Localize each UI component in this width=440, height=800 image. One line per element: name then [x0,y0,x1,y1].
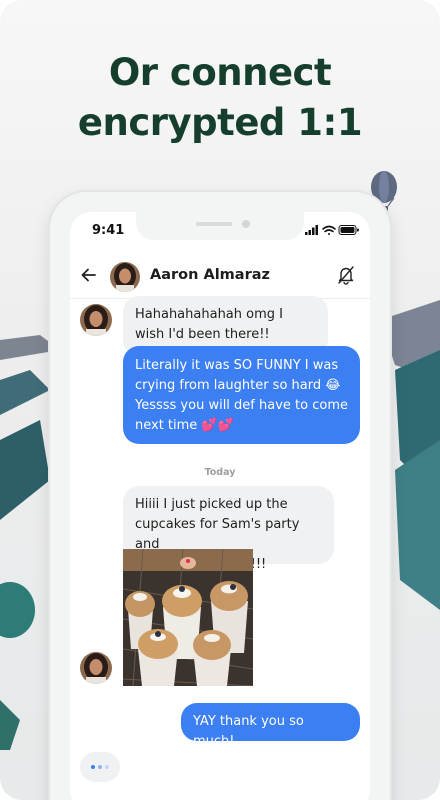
contact-name[interactable]: Aaron Almaraz [150,267,270,283]
battery-icon [338,225,359,235]
sender-avatar[interactable] [80,652,112,684]
promo-headline: Or connect encrypted 1:1 [0,48,440,148]
front-camera [242,220,250,228]
message-text: YAY thank you so much! [193,714,304,749]
signal-icon [305,225,318,235]
bell-muted-icon[interactable] [337,265,355,285]
sender-avatar[interactable] [80,304,112,336]
status-icons [305,225,359,235]
typing-dot [105,765,109,769]
cupcakes-photo[interactable] [123,549,253,686]
promo-canvas: Or connect encrypted 1:1 9:41 Aaron Alma… [0,0,440,800]
message-text-line: Yessss you will def have to come [135,398,348,413]
contact-avatar[interactable] [110,262,140,292]
chat-header: Aaron Almaraz [70,254,370,299]
arrow-left-icon[interactable] [80,266,98,284]
headline-line-2: encrypted 1:1 [77,101,363,144]
outgoing-message[interactable]: YAY thank you so much! [181,703,360,749]
speaker-grille [196,222,232,226]
phone-notch [136,212,304,240]
outgoing-message[interactable]: Literally it was SO FUNNY I was crying f… [123,346,360,444]
message-text: Hahahahahahah omg I wish I'd been there!… [135,307,283,342]
wifi-icon [322,225,336,235]
typing-indicator [80,752,120,782]
phone-mockup: 9:41 Aaron Almaraz Hahahahahahah omg I w… [50,192,390,800]
day-separator: Today [204,467,236,478]
typing-dot [98,765,102,769]
message-text-line: Literally it was SO FUNNY I was [135,358,339,373]
headline-line-1: Or connect [108,51,332,94]
message-text-line: Hiiii I just picked up the [135,497,288,512]
message-text-line: next time 💕💕 [135,418,234,433]
typing-dot [91,765,95,769]
status-time: 9:41 [92,223,125,238]
chat-screen: 9:41 Aaron Almaraz Hahahahahahah omg I w… [70,212,370,800]
message-text-line: crying from laughter so hard 😂 [135,378,341,393]
